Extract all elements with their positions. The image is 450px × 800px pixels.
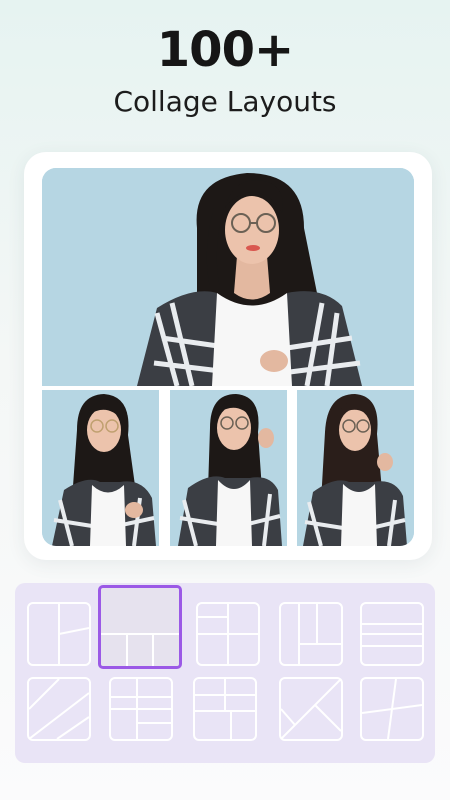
- layout-tilted-icon: [362, 679, 422, 739]
- bottom-middle-photo[interactable]: [170, 390, 287, 546]
- layout-picker-panel: [15, 583, 435, 763]
- headline-count: 100+: [156, 22, 294, 78]
- layout-option-two-column-split-right[interactable]: [27, 602, 91, 666]
- bottom-right-photo[interactable]: [297, 390, 414, 546]
- layout-option-tilted-quadrants[interactable]: [360, 677, 424, 741]
- woman-portrait-image: [297, 390, 414, 546]
- layout-option-four-grid-tall-bottom[interactable]: [196, 602, 260, 666]
- layout-rows-icon: [362, 623, 422, 647]
- collage-preview-card: [24, 152, 432, 560]
- layout-strip-icon: [195, 679, 255, 739]
- large-top-photo[interactable]: [42, 168, 414, 386]
- bottom-left-photo[interactable]: [42, 390, 159, 546]
- woman-portrait-image: [170, 390, 287, 546]
- layout-option-grid-with-strip[interactable]: [193, 677, 257, 741]
- layout-diagonal-icon: [29, 679, 89, 739]
- layout-column-rows-icon: [111, 679, 171, 739]
- layout-column-icon: [298, 604, 341, 664]
- layout-grid-icon: [198, 604, 258, 664]
- woman-portrait-image: [42, 168, 414, 386]
- layout-option-big-top-three-bottom[interactable]: [98, 585, 182, 669]
- layout-cross-icon: [281, 679, 341, 739]
- layout-option-column-and-rows[interactable]: [109, 677, 173, 741]
- layout-big-top-icon: [101, 633, 179, 666]
- layout-option-four-horizontal-rows[interactable]: [360, 602, 424, 666]
- woman-portrait-image: [42, 390, 159, 546]
- headline-subtitle: Collage Layouts: [113, 85, 337, 118]
- layout-option-diagonal-cross[interactable]: [279, 677, 343, 741]
- layout-split-icon: [58, 604, 89, 664]
- layout-option-left-column-split-right[interactable]: [279, 602, 343, 666]
- layout-option-diagonal-stripes[interactable]: [27, 677, 91, 741]
